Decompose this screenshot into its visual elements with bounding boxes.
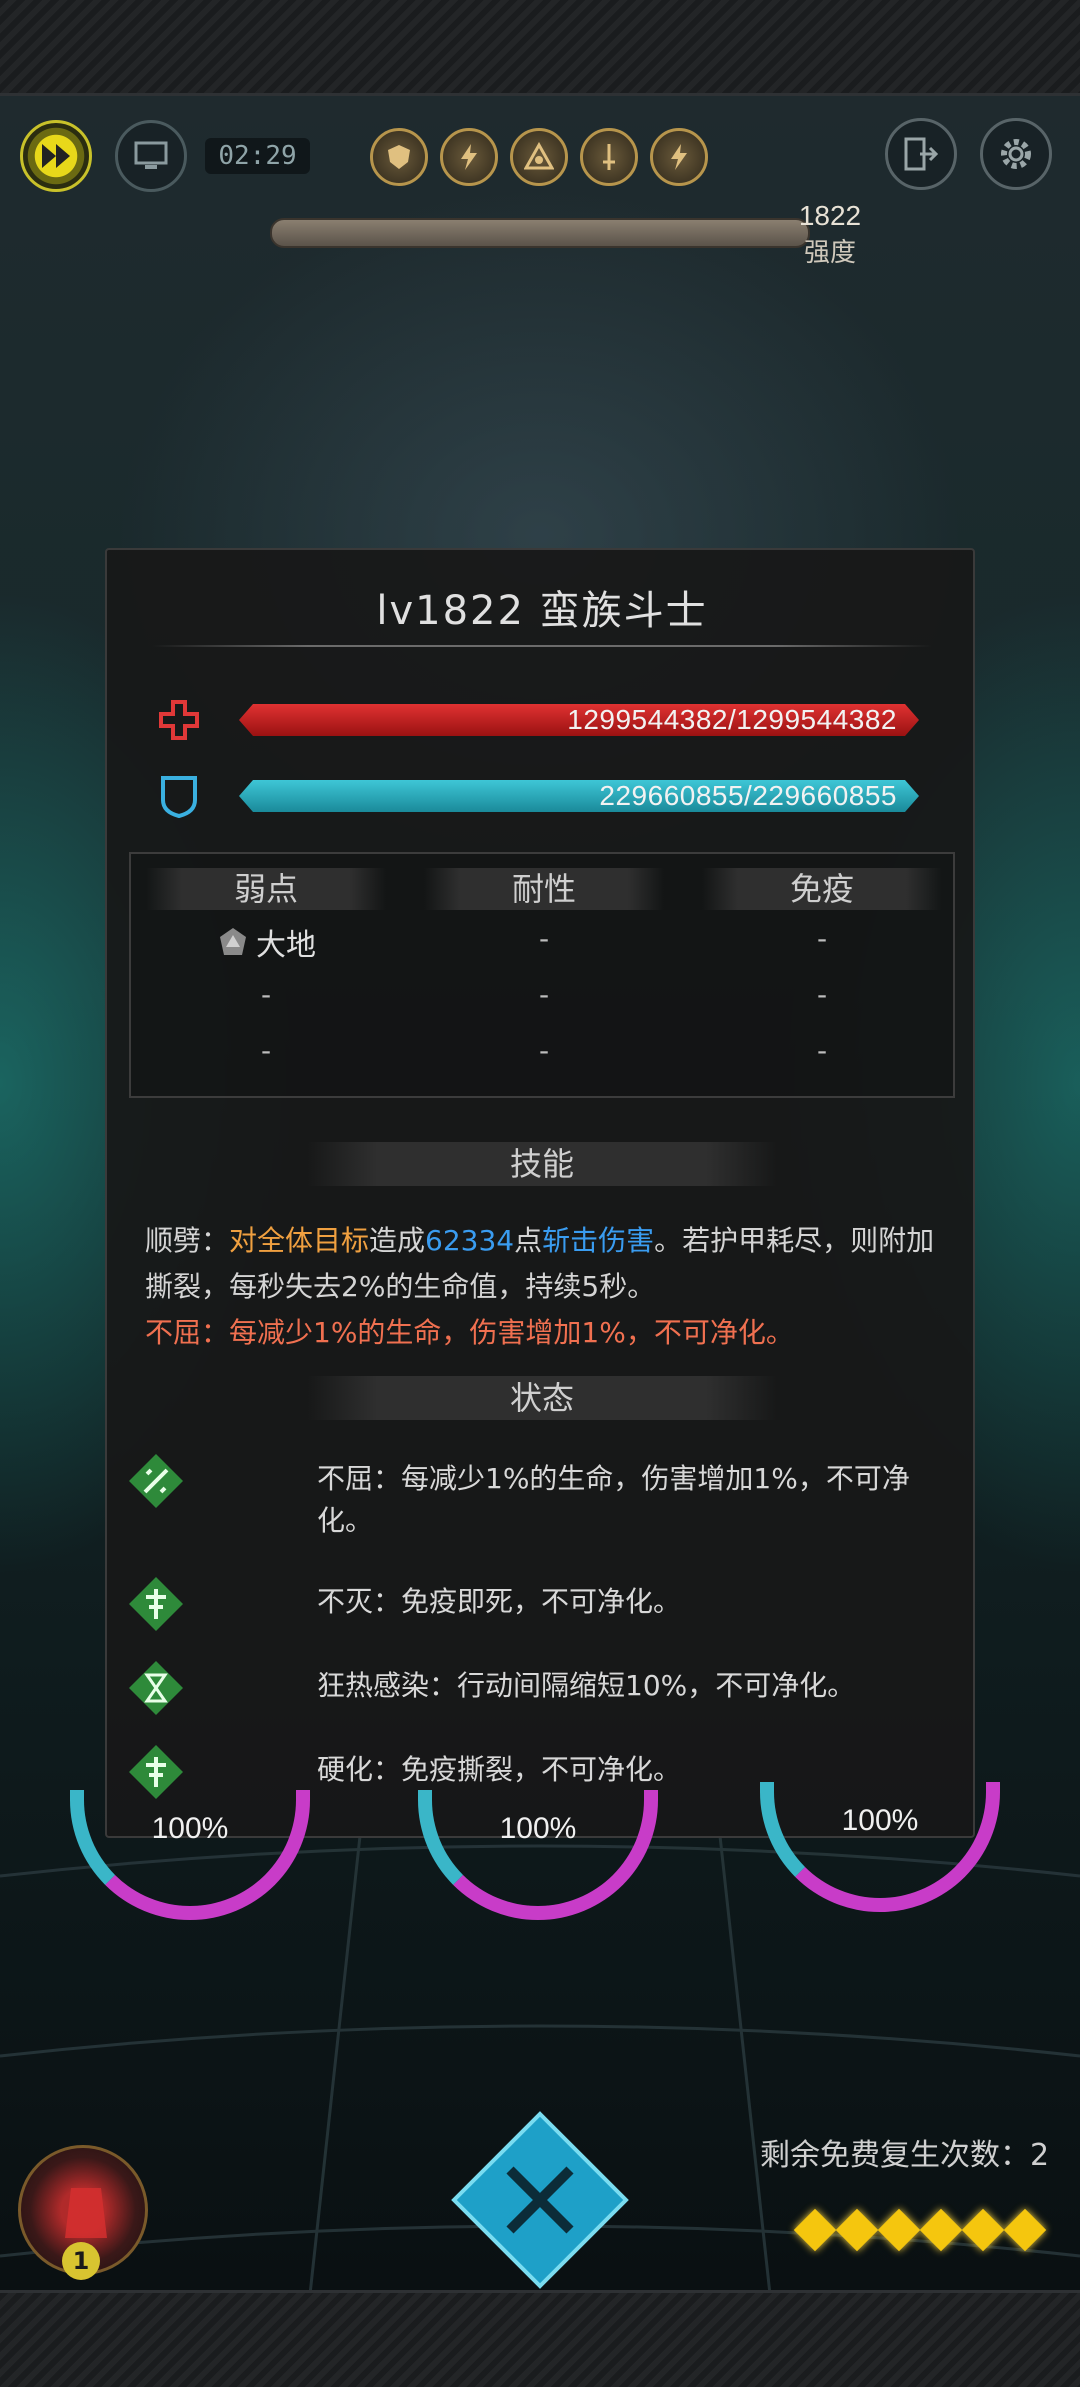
- skill-cleave-text: 造成: [369, 1224, 426, 1257]
- power-badge: 1822 强度: [785, 200, 875, 272]
- title-divider: [152, 645, 932, 647]
- skill-unyielding: 不屈：每减少1%的生命，伤害增加1%，不可净化。: [145, 1316, 794, 1349]
- earth-element-icon: [220, 928, 246, 955]
- weakness-cell: -: [260, 1034, 272, 1067]
- shield-buff-icon[interactable]: [370, 128, 428, 186]
- unit-health-ring: [70, 1790, 310, 1920]
- shield-row: 229660855/229660855: [157, 774, 937, 818]
- unit-health-ring: [418, 1790, 658, 1920]
- hp-row: 1299544382/1299544382: [157, 698, 937, 742]
- power-label: 强度: [803, 238, 856, 268]
- free-revive-count: 剩余免费复生次数：2: [760, 2138, 1050, 2173]
- resistance-cell: -: [538, 1034, 550, 1067]
- resistance-table: 弱点 耐性 免疫 大地 - - - - - - - -: [129, 852, 955, 1098]
- exit-battle-button[interactable]: [885, 118, 957, 190]
- skill-cleave-text: 点: [514, 1224, 543, 1257]
- energy-pip: [835, 2208, 879, 2252]
- enemy-title: lv1822 蛮族斗士: [376, 588, 708, 634]
- status-text: 狂热感染：行动间隔缩短10%，不可净化。: [317, 1669, 856, 1702]
- health-cross-icon: [159, 700, 199, 740]
- weakness-cell: -: [260, 978, 272, 1011]
- shield-bar: 229660855/229660855: [239, 780, 919, 812]
- weakness-cell: 大地: [146, 920, 386, 966]
- skill-description: 顺劈：对全体目标造成62334点斩击伤害。若护甲耗尽，则附加撕裂，每秒失去2%的…: [145, 1218, 945, 1356]
- hp-bar: 1299544382/1299544382: [239, 704, 919, 736]
- sword-buff-icon[interactable]: [580, 128, 638, 186]
- immunity-cell: -: [816, 1034, 828, 1067]
- fast-forward-icon: [42, 144, 70, 168]
- energy-pip: [919, 2208, 963, 2252]
- ankh-status-icon[interactable]: [127, 1575, 185, 1633]
- energy-pip: [877, 2208, 921, 2252]
- bottom-frame: [0, 2290, 1080, 2387]
- eye-buff-icon[interactable]: [510, 128, 568, 186]
- unit-hp-percent: 100%: [841, 1804, 919, 1837]
- weakness-earth-label: 大地: [256, 928, 316, 963]
- top-frame: [0, 0, 1080, 96]
- party-unit[interactable]: 100%: [418, 1790, 658, 1920]
- gear-icon: [1001, 139, 1031, 169]
- resistance-cell: -: [538, 922, 550, 955]
- auto-battle-button[interactable]: [115, 120, 187, 192]
- immunity-cell: -: [816, 978, 828, 1011]
- power-value: 1822: [798, 200, 862, 231]
- status-text: 不屈：每减少1%的生命，伤害增加1%，不可净化。: [317, 1462, 910, 1537]
- immunity-header: 免疫: [702, 868, 942, 910]
- lightning-buff-icon[interactable]: [440, 128, 498, 186]
- unit-health-ring: [760, 1782, 1000, 1912]
- energy-pip: [793, 2208, 837, 2252]
- battle-timer: 02:29: [205, 138, 310, 174]
- party-unit[interactable]: 100%: [70, 1790, 310, 1920]
- status-header: 状态: [307, 1376, 777, 1420]
- skill-cleave-damage-type: 斩击伤害: [542, 1224, 655, 1257]
- shield-icon: [161, 776, 197, 818]
- unit-hp-percent: 100%: [151, 1812, 229, 1845]
- cancel-button[interactable]: [450, 2110, 630, 2290]
- exit-icon: [904, 137, 939, 171]
- potion-count-badge: 1: [62, 2242, 100, 2280]
- shield-value: 229660855/229660855: [599, 780, 897, 811]
- skill-cleave-target: 对全体目标: [229, 1224, 370, 1257]
- skill-cleave: 顺劈：对全体目标造成62334点斩击伤害。若护甲耗尽，则附加撕裂，每秒失去2%的…: [145, 1218, 945, 1310]
- skills-header: 技能: [307, 1142, 777, 1186]
- hourglass-status-icon[interactable]: [127, 1659, 185, 1717]
- energy-pips: [793, 2208, 1047, 2252]
- resistance-cell: -: [538, 978, 550, 1011]
- monitor-icon: [134, 141, 168, 169]
- enemy-info-panel: lv1822 蛮族斗士 1299544382/1299544382 229660…: [105, 548, 975, 1838]
- energy-pip: [1003, 2208, 1047, 2252]
- settings-button[interactable]: [980, 118, 1052, 190]
- party-unit[interactable]: 100%: [760, 1782, 1000, 1912]
- skill-cleave-value: 62334: [425, 1224, 515, 1257]
- enemy-buff-list: [370, 128, 708, 186]
- immunity-cell: -: [816, 922, 828, 955]
- fast-forward-button[interactable]: [20, 120, 92, 192]
- status-text: 不灭：免疫即死，不可净化。: [317, 1585, 682, 1618]
- power-bar: [270, 218, 810, 248]
- lightning-buff-icon[interactable]: [650, 128, 708, 186]
- resistance-header: 耐性: [424, 868, 664, 910]
- sword-cross-status-icon[interactable]: [127, 1452, 185, 1510]
- hp-value: 1299544382/1299544382: [567, 704, 897, 735]
- skill-cleave-name: 顺劈：: [145, 1224, 230, 1257]
- energy-pip: [961, 2208, 1005, 2252]
- weakness-header: 弱点: [146, 868, 386, 910]
- unit-hp-percent: 100%: [499, 1812, 577, 1845]
